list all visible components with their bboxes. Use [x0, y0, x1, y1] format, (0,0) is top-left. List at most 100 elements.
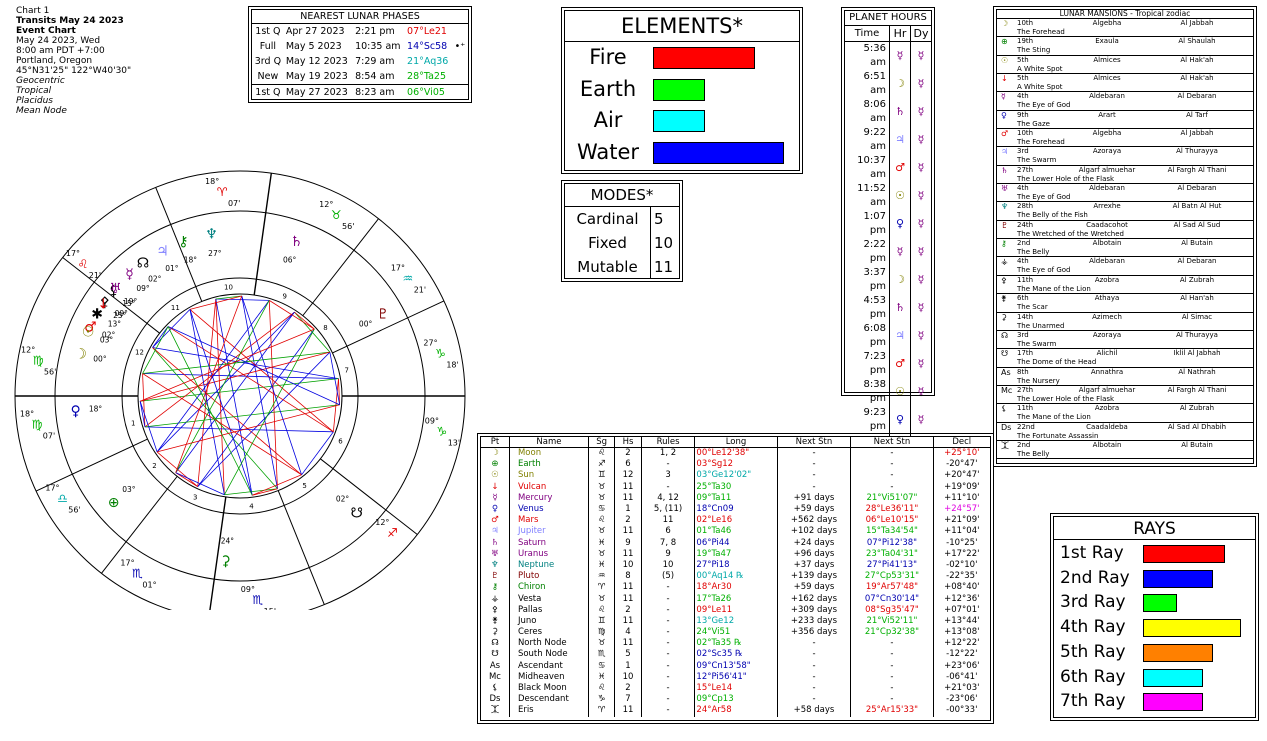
- planet-glyph: ⊕: [491, 459, 499, 470]
- chart-title: Transits May 24 2023: [16, 16, 124, 26]
- planet-house: 11: [614, 548, 642, 560]
- mansion-row: ☉ 5th Almices Al Hak'ah A White Spot: [997, 56, 1253, 75]
- mansion-arabic: Al Zubrah: [1179, 404, 1215, 413]
- planet-col-header: Name: [508, 437, 589, 448]
- planet-longitude: 18°Ar30: [694, 582, 778, 594]
- planet-hour-row: 5:36 am ☿ ☿: [845, 41, 931, 70]
- chart-wheel: 12345678910111218°♈07' 12°♉56'17°♒21'27°♑…: [14, 170, 466, 610]
- planet-next-station-pos: 21°Vi52'11": [850, 615, 934, 627]
- aspect-line: [241, 295, 302, 475]
- aspect-line: [301, 431, 334, 476]
- mansion-number: 17th: [1017, 349, 1034, 358]
- modes-panel: MODES* Cardinal 5 Fixed 10 Mutable 11: [561, 180, 683, 282]
- planet-sign: ♒: [587, 571, 615, 583]
- lunar-time: 8:23 am: [353, 84, 406, 100]
- planet-next-station-days: +102 days: [776, 526, 851, 538]
- planet-sign: ♓: [587, 671, 615, 683]
- planet-glyph: Ds: [489, 694, 501, 705]
- planet-degree: 06°: [283, 256, 297, 265]
- planet-hour-row: 4:53 pm ♄ ☿: [845, 294, 931, 322]
- planet-next-station-pos: 28°Le36'11": [850, 503, 934, 516]
- house-cusp-line: [101, 476, 178, 574]
- planet-glyph-icon: ♃: [156, 243, 169, 259]
- planet-declination: +21°09': [932, 515, 990, 527]
- ray-row: 7th Ray: [1054, 689, 1255, 714]
- planet-house: 11: [614, 593, 642, 605]
- day-ruler: ☿: [910, 41, 931, 70]
- col-dy: Dy: [910, 26, 931, 42]
- cusp-minutes: 15': [264, 607, 276, 610]
- planet-next-station-pos: 07°Cn30'14": [850, 593, 934, 605]
- planet-next-station-days: -: [776, 649, 851, 661]
- planet-glyph: ☽: [491, 448, 499, 459]
- planet-row: ☋ South Node ♏ 5-02°Sc35 ℞ - - -12°22': [481, 649, 990, 661]
- planet-house: 5: [614, 649, 642, 661]
- planet-next-station-days: +37 days: [776, 559, 851, 572]
- mansion-row: ♄ 27th Algarf almuehar Al Fargh Al Thani The…: [997, 166, 1253, 185]
- element-row: Fire: [565, 42, 799, 73]
- planet-longitude: 25°Ta30: [694, 481, 778, 493]
- planet-longitude: 02°Le16: [694, 515, 778, 527]
- planet-degree: 25°: [113, 311, 127, 320]
- lunar-time: 10:35 am: [355, 40, 401, 52]
- mansion-name: Algarf almuehar: [1078, 385, 1136, 394]
- mansion-number: 5th: [1017, 74, 1029, 83]
- lunar-date: May 19 2023: [285, 70, 348, 82]
- planet-name: Black Moon: [508, 682, 589, 695]
- hour-ruler: ♃: [889, 322, 911, 350]
- planet-rules: (5): [640, 571, 695, 583]
- planet-sign: ♌: [587, 515, 615, 527]
- planet-declination: -02°10': [932, 559, 990, 572]
- ray-label: 4th Ray: [1060, 617, 1126, 638]
- planet-name: Earth: [508, 459, 589, 471]
- element-label: Earth: [579, 76, 637, 101]
- planet-declination: +11°04': [932, 526, 990, 538]
- mansion-name: Caadaldeba: [1086, 422, 1128, 431]
- mansion-planet: ⯰: [1001, 440, 1010, 450]
- mansion-planet: ☽: [1001, 19, 1009, 28]
- planet-glyph: ♄: [491, 537, 499, 548]
- planet-hour-row: 11:52 am ☉ ☿: [845, 182, 931, 210]
- planet-next-station-pos: 08°Sg35'47": [850, 604, 934, 616]
- planet-declination: +24°57': [932, 503, 990, 516]
- planet-name: Saturn: [508, 537, 589, 549]
- planet-house: 9: [614, 537, 642, 549]
- planet-rules: -: [640, 638, 695, 650]
- aspect-line: [139, 328, 315, 402]
- mansion-name: Aldebaran: [1089, 92, 1125, 101]
- chart-coords: 45°N31'25" 122°W40'30": [16, 66, 132, 76]
- planet-glyph-icon: ♅: [109, 281, 122, 297]
- cusp-sign-icon: ♎: [57, 492, 68, 506]
- planet-degree: 09°: [136, 284, 150, 293]
- mansion-number: 10th: [1017, 19, 1034, 27]
- hour-time: 4:53 pm: [863, 295, 886, 320]
- planet-sign: ♈: [587, 582, 615, 594]
- aspect-line: [189, 309, 225, 495]
- planet-longitude: 00°Le12'38": [694, 447, 778, 460]
- planet-house: 6: [614, 459, 642, 471]
- planet-next-station-days: -: [776, 694, 851, 706]
- mode-row: Cardinal 5: [565, 207, 679, 231]
- planet-next-station-days: -: [776, 682, 851, 695]
- planet-sign: ♊: [587, 615, 615, 627]
- aspect-line: [152, 347, 302, 476]
- house-number: 8: [323, 324, 327, 332]
- planet-rules: 11: [640, 515, 695, 527]
- element-row: Earth: [565, 74, 799, 105]
- planet-sign: ♋: [587, 660, 615, 672]
- lunar-pos: 06°Vi05: [405, 84, 453, 100]
- planet-row: ⚳ Ceres ♍ 4-24°Vi51 +356 days 21°Cp32'38" +13°…: [481, 627, 990, 639]
- planet-glyph-icon: ☉: [82, 325, 95, 341]
- planet-name: Vulcan: [508, 481, 589, 493]
- planet-row: ⚶ Vesta ♉ 11-17°Ta26 +162 days 07°Cn30'14" +12…: [481, 593, 990, 605]
- planet-row: ⚷ Chiron ♈ 11-18°Ar30 +59 days 19°Ar57'48" +08…: [481, 582, 990, 594]
- planet-next-station-pos: -: [850, 649, 934, 661]
- planet-sign: ♋: [587, 503, 615, 516]
- hour-time: 7:23 pm: [863, 351, 886, 376]
- ray-row: 2nd Ray: [1054, 566, 1255, 591]
- mansion-desc: The Mane of the Lion: [1017, 413, 1091, 422]
- mansion-planet: ⊕: [1001, 37, 1008, 47]
- planet-longitude: 00°Aq14 ℞: [694, 571, 778, 583]
- planet-sign: ♌: [587, 604, 615, 616]
- planet-next-station-pos: 06°Le10'15": [850, 515, 934, 527]
